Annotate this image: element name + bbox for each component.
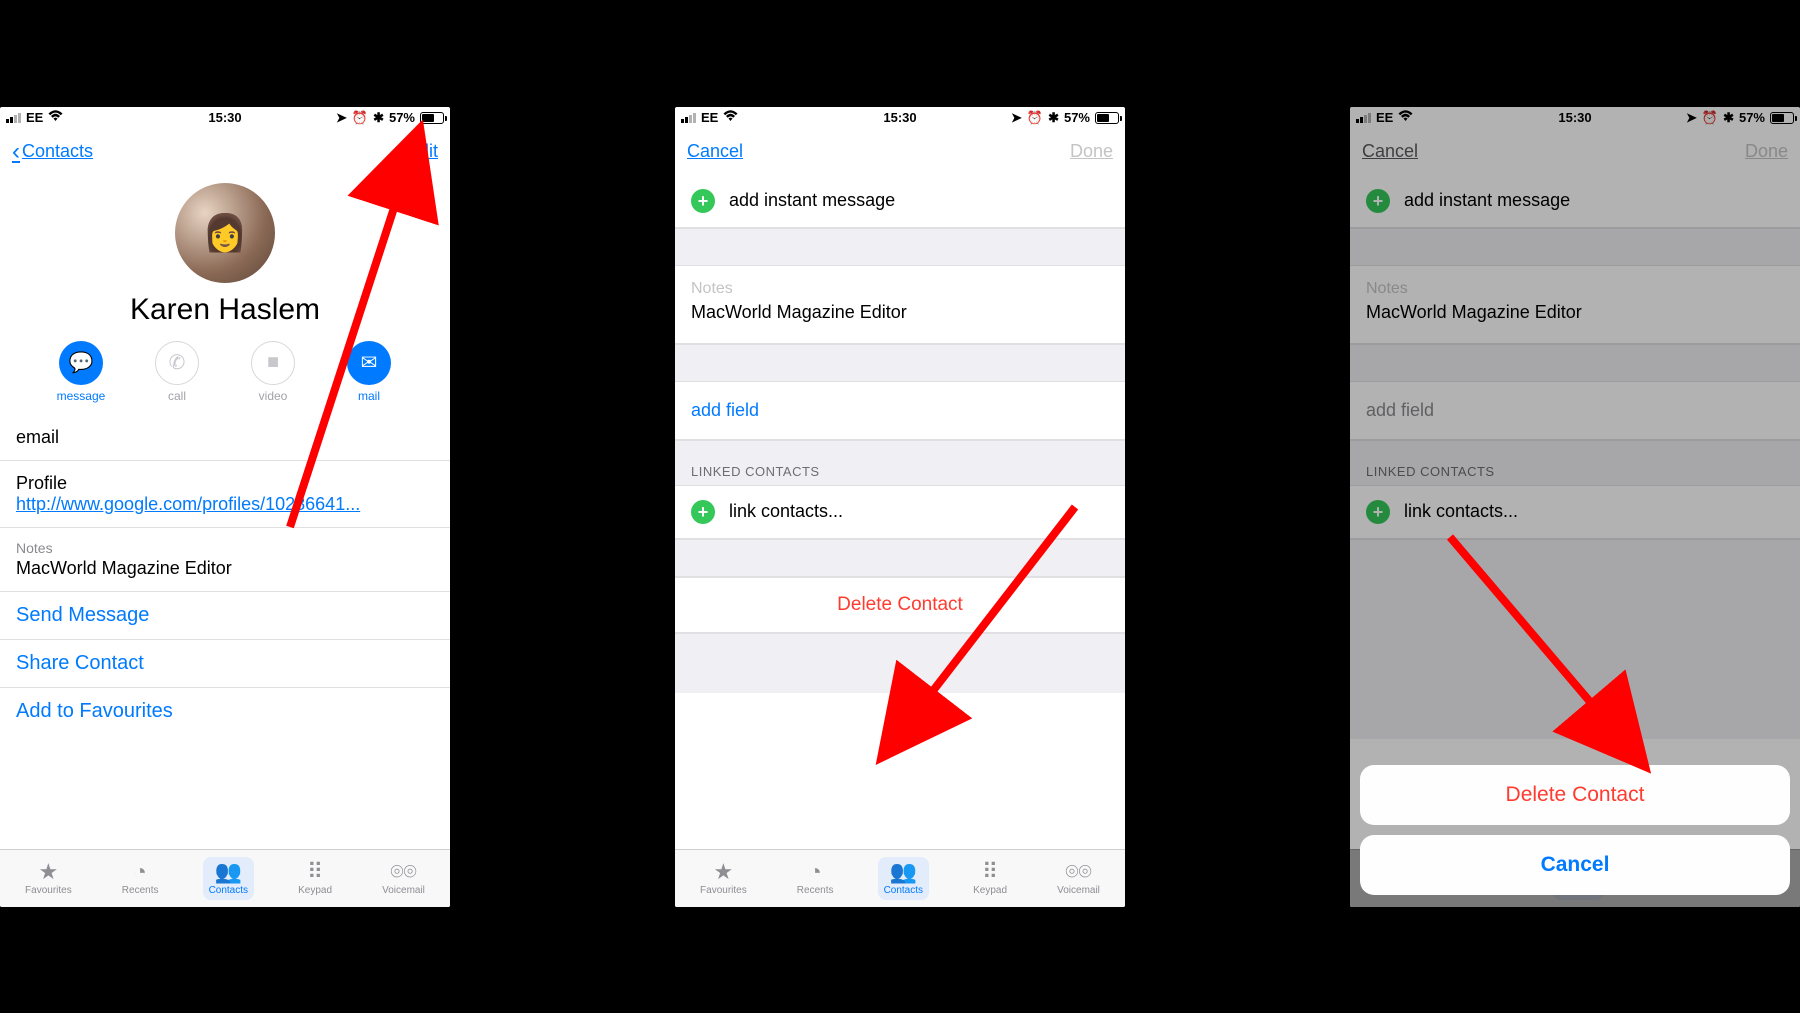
battery-icon — [1095, 112, 1119, 124]
tab-contacts[interactable]: 👥Contacts — [203, 857, 254, 900]
notes-row: Notes MacWorld Magazine Editor — [0, 528, 450, 592]
plus-icon: + — [691, 500, 715, 524]
tab-bar: ★Favourites ◔Recents 👥Contacts ⠿Keypad ⌾… — [0, 849, 450, 907]
add-instant-message-row[interactable]: + add instant message — [675, 175, 1125, 228]
carrier: EE — [701, 110, 718, 125]
chevron-left-icon: ‹ — [12, 138, 20, 166]
profile-row[interactable]: Profile http://www.google.com/profiles/1… — [0, 461, 450, 528]
location-icon: ➤ — [336, 110, 347, 126]
star-icon: ★ — [39, 861, 59, 883]
screen-edit-contact: EE 15:30 ➤ ⏰ ✱ 57% Cancel Done + add ins… — [675, 107, 1125, 907]
voicemail-icon: ⌾⌾ — [1065, 861, 1091, 883]
tab-voicemail[interactable]: ⌾⌾Voicemail — [1051, 857, 1106, 900]
bluetooth-icon: ✱ — [373, 110, 384, 126]
tab-recents[interactable]: ◔Recents — [116, 857, 165, 900]
bluetooth-icon: ✱ — [1048, 110, 1059, 126]
email-row[interactable]: email — [0, 415, 450, 461]
plus-icon: + — [691, 189, 715, 213]
signal-icon — [681, 113, 696, 123]
video-icon: ■ — [251, 341, 295, 385]
wifi-icon — [723, 110, 738, 125]
nav-bar: Cancel Done — [675, 129, 1125, 175]
cancel-button[interactable]: Cancel — [687, 141, 743, 162]
location-icon: ➤ — [1011, 110, 1022, 126]
link-contacts-row[interactable]: + link contacts... — [675, 486, 1125, 539]
done-button[interactable]: Done — [1070, 141, 1113, 162]
mail-icon: ✉ — [347, 341, 391, 385]
tab-favourites[interactable]: ★Favourites — [694, 857, 753, 900]
add-favourite-row[interactable]: Add to Favourites — [0, 688, 450, 735]
tab-bar: ★Favourites ◔Recents 👥Contacts ⠿Keypad ⌾… — [675, 849, 1125, 907]
contact-name: Karen Haslem — [0, 293, 450, 327]
tab-keypad[interactable]: ⠿Keypad — [292, 857, 338, 900]
sheet-delete-button[interactable]: Delete Contact — [1360, 765, 1790, 825]
delete-contact-row[interactable]: Delete Contact — [675, 577, 1125, 633]
screen-delete-confirm: EE 15:30 ➤ ⏰ ✱ 57% Cancel Done + add ins… — [1350, 107, 1800, 907]
tab-keypad[interactable]: ⠿Keypad — [967, 857, 1013, 900]
battery-pct: 57% — [389, 110, 415, 125]
back-button[interactable]: ‹ Contacts — [12, 138, 93, 166]
sheet-cancel-button[interactable]: Cancel — [1360, 835, 1790, 895]
battery-pct: 57% — [1064, 110, 1090, 125]
signal-icon — [6, 113, 21, 123]
alarm-icon: ⏰ — [352, 110, 368, 126]
profile-link[interactable]: http://www.google.com/profiles/10286641.… — [16, 494, 360, 514]
tab-voicemail[interactable]: ⌾⌾Voicemail — [376, 857, 431, 900]
linked-contacts-header: LINKED CONTACTS — [675, 440, 1125, 486]
back-label: Contacts — [22, 141, 93, 162]
carrier: EE — [26, 110, 43, 125]
edit-button[interactable]: Edit — [407, 141, 438, 162]
status-bar: EE 15:30 ➤ ⏰ ✱ 57% — [0, 107, 450, 129]
phone-icon: ✆ — [155, 341, 199, 385]
status-time: 15:30 — [883, 110, 916, 125]
tab-contacts[interactable]: 👥Contacts — [878, 857, 929, 900]
clock-icon: ◔ — [808, 861, 821, 883]
send-message-row[interactable]: Send Message — [0, 592, 450, 640]
keypad-icon: ⠿ — [307, 861, 323, 883]
status-bar: EE 15:30 ➤ ⏰ ✱ 57% — [675, 107, 1125, 129]
tab-recents[interactable]: ◔Recents — [791, 857, 840, 900]
status-time: 15:30 — [208, 110, 241, 125]
mail-action[interactable]: ✉ mail — [341, 341, 397, 403]
avatar[interactable]: 👩 — [175, 183, 275, 283]
message-action[interactable]: 💬 message — [53, 341, 109, 403]
video-action[interactable]: ■ video — [245, 341, 301, 403]
contacts-icon: 👥 — [890, 861, 917, 883]
notes-field[interactable]: Notes MacWorld Magazine Editor — [675, 266, 1125, 344]
contacts-icon: 👥 — [215, 861, 242, 883]
nav-bar: ‹ Contacts Edit — [0, 129, 450, 175]
call-action[interactable]: ✆ call — [149, 341, 205, 403]
add-field-row[interactable]: add field — [675, 382, 1125, 440]
wifi-icon — [48, 110, 63, 125]
tab-favourites[interactable]: ★Favourites — [19, 857, 78, 900]
action-sheet: Delete Contact Cancel — [1360, 765, 1790, 895]
share-contact-row[interactable]: Share Contact — [0, 640, 450, 688]
message-icon: 💬 — [59, 341, 103, 385]
star-icon: ★ — [714, 861, 734, 883]
clock-icon: ◔ — [133, 861, 146, 883]
screen-contact-view: EE 15:30 ➤ ⏰ ✱ 57% ‹ Contacts Edit — [0, 107, 450, 907]
voicemail-icon: ⌾⌾ — [390, 861, 416, 883]
alarm-icon: ⏰ — [1027, 110, 1043, 126]
battery-icon — [420, 112, 444, 124]
keypad-icon: ⠿ — [982, 861, 998, 883]
